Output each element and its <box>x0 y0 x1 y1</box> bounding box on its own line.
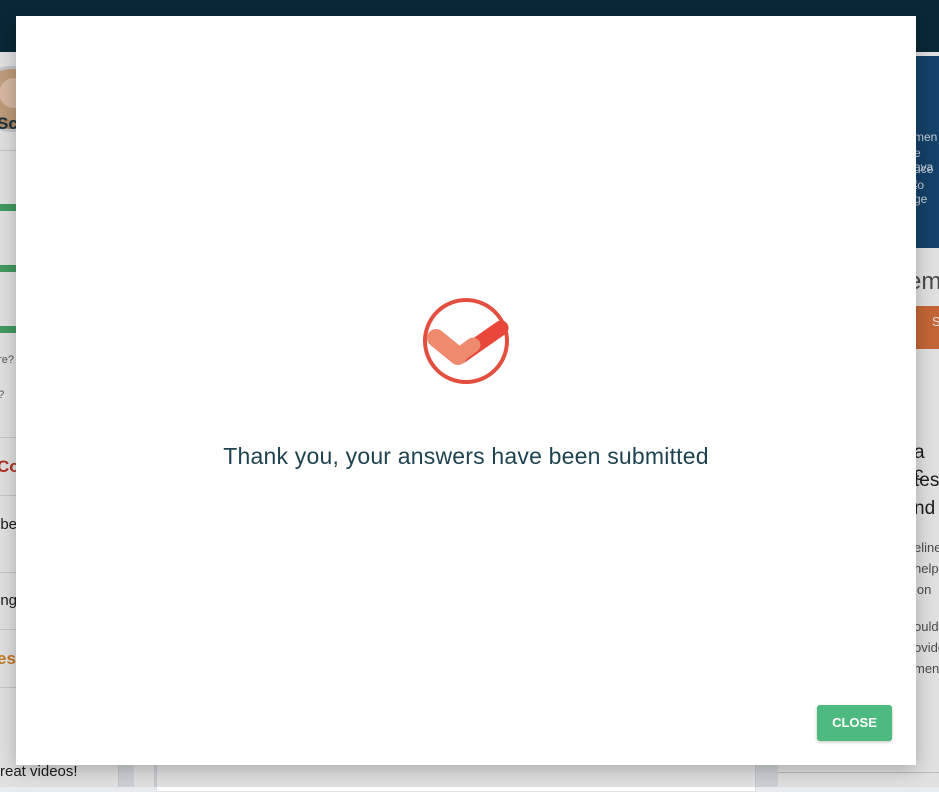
check-circle-icon <box>423 298 509 384</box>
submission-success-dialog: Thank you, your answers have been submit… <box>16 16 916 765</box>
close-button[interactable]: CLOSE <box>817 705 892 741</box>
success-message: Thank you, your answers have been submit… <box>223 443 709 469</box>
